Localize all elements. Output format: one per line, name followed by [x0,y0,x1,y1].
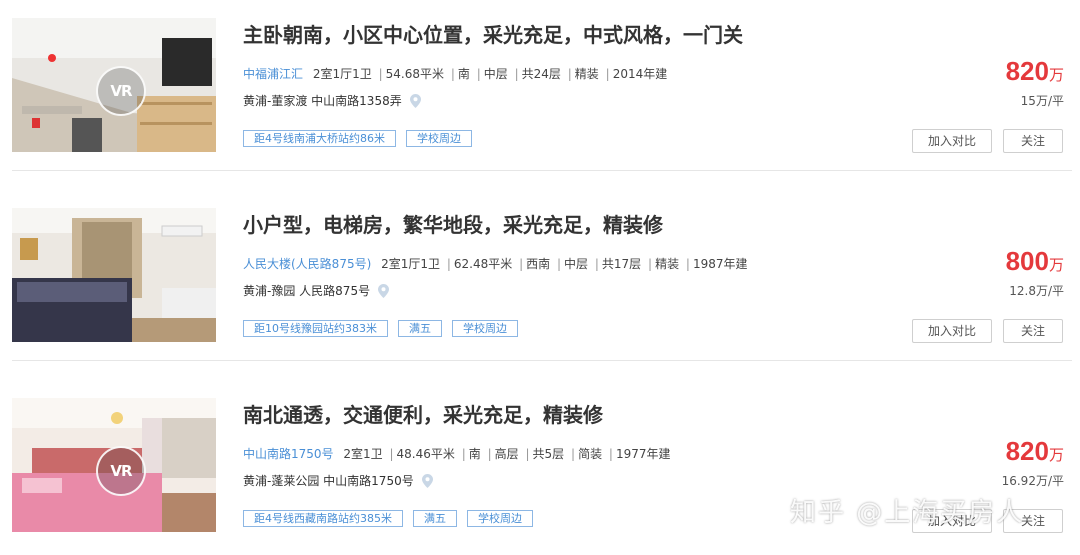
address-label: 中山南路1358弄 [311,94,402,108]
tag-five-years: 满五 [398,320,442,337]
divider [12,360,1072,361]
unit-price: 12.8万/平 [1009,284,1064,298]
price-unit: 万 [1048,66,1064,84]
separator: | [389,447,394,461]
community-link[interactable]: 中山南路1750号 [243,447,334,461]
listing-title[interactable]: 主卧朝南，小区中心位置，采光充足，中式风格，一门关 [243,19,743,48]
detail-year: 1987年建 [692,257,748,271]
tag-school: 学校周边 [406,130,472,147]
separator: | [648,257,653,271]
separator: | [594,257,599,271]
separator: | [476,67,481,81]
separator: | [556,257,562,271]
separator: | [525,447,530,461]
listing-title[interactable]: 南北通透，交通便利，采光充足，精装修 [243,399,603,428]
tag-subway: 距4号线南浦大桥站约86米 [243,130,396,147]
detail-floor: 中层 [483,67,508,81]
detail-area: 54.68平米 [385,67,444,81]
community-link[interactable]: 中福浦江汇 [243,67,303,81]
listing-card-2[interactable]: 小户型，电梯房，繁华地段，采光充足，精装修 人民大楼(人民路875号) 2室1厅… [0,190,1080,380]
district-label: 黄浦-蓬莱公园 [243,474,320,488]
tag-subway: 距10号线豫园站约383米 [243,320,388,337]
detail-decoration: 简装 [578,447,603,461]
listing-location: 黄浦-豫园 人民路875号 [243,282,390,299]
vr-icon[interactable]: VR [96,446,146,496]
listing-location: 黄浦-董家渡 中山南路1358弄 [243,92,421,109]
total-price: 820万 [1006,56,1064,87]
listing-card-1[interactable]: VR 主卧朝南，小区中心位置，采光充足，中式风格，一门关 中福浦江汇 2室1厅1… [0,0,1080,190]
price-value: 820 [1005,56,1049,86]
detail-layout: 2室1卫 [343,447,383,461]
detail-floor: 高层 [494,447,519,461]
follow-button[interactable]: 关注 [1003,129,1063,153]
detail-total-floors: 共17层 [601,257,642,271]
detail-area: 48.46平米 [396,447,455,461]
total-price: 800万 [1006,246,1064,277]
separator: | [519,257,524,271]
separator: | [514,67,519,81]
listing-info: 人民大楼(人民路875号) 2室1厅1卫 | 62.48平米 | 西南 | 中层 | 共… [243,255,748,272]
listing-photo[interactable] [12,208,216,342]
tag-five-years: 满五 [413,510,457,527]
detail-area: 62.48平米 [453,257,513,271]
price-unit: 万 [1048,446,1064,464]
tag-subway: 距4号线西藏南路站约385米 [243,510,403,527]
listing-title[interactable]: 小户型，电梯房，繁华地段，采光充足，精装修 [243,209,663,238]
separator: | [608,447,613,461]
tag-list: 距4号线西藏南路站约385米 满五 学校周边 [243,510,533,527]
separator: | [567,67,572,81]
listing-photo[interactable]: VR [12,398,216,532]
detail-orientation: 南 [457,67,470,81]
detail-orientation: 南 [468,447,481,461]
separator: | [487,447,492,461]
price-unit: 万 [1048,256,1064,274]
map-pin-icon[interactable] [409,93,421,108]
price-value: 820 [1005,436,1049,466]
tag-list: 距10号线豫园站约383米 满五 学校周边 [243,320,518,337]
detail-year: 2014年建 [612,67,668,81]
detail-floor: 中层 [564,257,589,271]
detail-decoration: 精装 [655,257,680,271]
detail-layout: 2室1厅1卫 [312,67,372,81]
detail-year: 1977年建 [615,447,671,461]
add-compare-button[interactable]: 加入对比 [912,319,992,343]
unit-price: 16.92万/平 [1001,474,1064,488]
detail-total-floors: 共24层 [521,67,561,81]
listing-info: 中山南路1750号 2室1卫 | 48.46平米 | 南 | 高层 | 共5层 | 简装 … [243,445,671,462]
separator: | [571,447,576,461]
tag-school: 学校周边 [452,320,518,337]
separator: | [450,67,455,81]
separator: | [378,67,383,81]
map-pin-icon[interactable] [378,283,390,298]
separator: | [605,67,610,81]
divider [12,170,1072,171]
listing-location: 黄浦-蓬莱公园 中山南路1750号 [243,472,433,489]
listing-info: 中福浦江汇 2室1厅1卫 | 54.68平米 | 南 | 中层 | 共24层 | 精装 |… [243,65,667,82]
community-link[interactable]: 人民大楼(人民路875号) [243,257,371,271]
price-value: 800 [1005,246,1049,276]
map-pin-icon[interactable] [421,473,433,488]
address-label: 人民路875号 [299,284,371,298]
detail-total-floors: 共5层 [532,447,565,461]
unit-price: 15万/平 [1020,94,1064,108]
detail-layout: 2室1厅1卫 [381,257,441,271]
watermark: 知乎 @上海买房人 [790,498,1025,528]
district-label: 黄浦-豫园 [243,284,296,298]
detail-orientation: 西南 [526,257,551,271]
separator: | [461,447,466,461]
listing-photo[interactable]: VR [12,18,216,152]
add-compare-button[interactable]: 加入对比 [912,129,992,153]
tag-list: 距4号线南浦大桥站约86米 学校周边 [243,130,472,147]
separator: | [446,257,451,271]
separator: | [685,257,690,271]
address-label: 中山南路1750号 [323,474,414,488]
district-label: 黄浦-董家渡 [243,94,308,108]
detail-decoration: 精装 [574,67,599,81]
tag-school: 学校周边 [467,510,533,527]
total-price: 820万 [1006,436,1064,467]
vr-icon[interactable]: VR [96,66,146,116]
follow-button[interactable]: 关注 [1003,319,1063,343]
